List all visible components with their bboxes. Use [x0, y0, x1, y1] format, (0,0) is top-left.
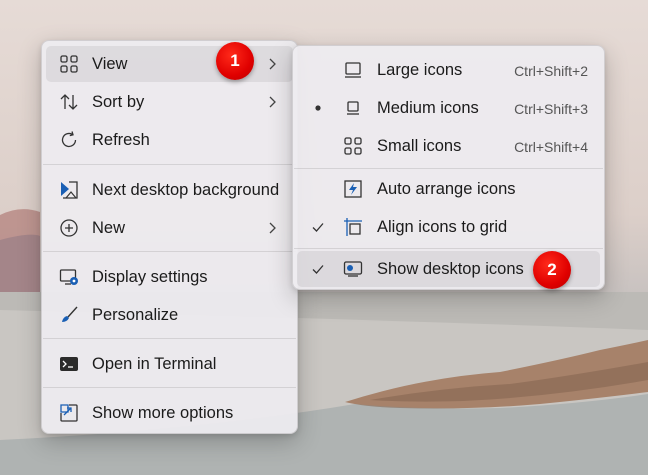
auto-arrange-icon	[343, 179, 363, 199]
submenu-item-large-icons[interactable]: Large icons Ctrl+Shift+2	[297, 52, 600, 88]
step-1-badge: 1	[216, 42, 254, 80]
small-icons-icon	[343, 136, 363, 156]
menu-item-sort-by[interactable]: Sort by	[46, 84, 293, 120]
chevron-right-icon	[265, 95, 279, 109]
submenu-item-label: Medium icons	[377, 99, 479, 117]
show-desktop-icon	[343, 259, 363, 279]
menu-item-label: Next desktop background	[92, 181, 280, 199]
submenu-item-label: Align icons to grid	[377, 218, 508, 236]
plus-circle-icon	[59, 218, 79, 238]
check-icon	[311, 220, 325, 234]
more-options-icon	[59, 403, 79, 423]
menu-item-next-desktop-background[interactable]: Next desktop background	[46, 172, 293, 208]
menu-item-refresh[interactable]: Refresh	[46, 122, 293, 158]
menu-item-open-in-terminal[interactable]: Open in Terminal	[46, 346, 293, 382]
grid-icon	[59, 54, 79, 74]
bullet-icon	[311, 101, 325, 115]
keyboard-shortcut: Ctrl+Shift+3	[514, 101, 588, 117]
menu-item-view[interactable]: View	[46, 46, 293, 82]
brush-icon	[59, 305, 79, 325]
menu-item-show-more-options[interactable]: Show more options	[46, 395, 293, 431]
menu-separator	[43, 164, 296, 165]
submenu-item-label: Auto arrange icons	[377, 180, 516, 198]
menu-item-label: Open in Terminal	[92, 355, 217, 373]
sort-icon	[59, 92, 79, 112]
menu-item-label: Refresh	[92, 131, 150, 149]
menu-separator	[43, 338, 296, 339]
medium-icons-icon	[343, 98, 363, 118]
keyboard-shortcut: Ctrl+Shift+2	[514, 63, 588, 79]
refresh-icon	[59, 130, 79, 150]
submenu-item-label: Large icons	[377, 61, 463, 79]
menu-separator	[43, 251, 296, 252]
check-icon	[311, 262, 325, 276]
menu-item-display-settings[interactable]: Display settings	[46, 259, 293, 295]
menu-item-label: Show more options	[92, 404, 234, 422]
terminal-icon	[59, 354, 79, 374]
chevron-right-icon	[265, 57, 279, 71]
desktop-context-menu: View Sort by Refresh Next desktop backgr…	[41, 40, 298, 434]
submenu-item-align-icons-to-grid[interactable]: Align icons to grid	[297, 209, 600, 245]
menu-separator	[294, 248, 603, 249]
menu-item-label: Display settings	[92, 268, 208, 286]
chevron-right-icon	[265, 221, 279, 235]
menu-item-label: Personalize	[92, 306, 179, 324]
submenu-item-label: Show desktop icons	[377, 260, 524, 278]
menu-separator	[43, 387, 296, 388]
menu-item-label: View	[92, 55, 128, 73]
step-2-badge: 2	[533, 251, 571, 289]
align-grid-icon	[343, 217, 363, 237]
menu-separator	[294, 168, 603, 169]
submenu-item-medium-icons[interactable]: Medium icons Ctrl+Shift+3	[297, 90, 600, 126]
large-icons-icon	[343, 60, 363, 80]
menu-item-personalize[interactable]: Personalize	[46, 297, 293, 333]
menu-item-label: Sort by	[92, 93, 145, 111]
keyboard-shortcut: Ctrl+Shift+4	[514, 139, 588, 155]
menu-item-new[interactable]: New	[46, 210, 293, 246]
submenu-item-auto-arrange-icons[interactable]: Auto arrange icons	[297, 171, 600, 207]
display-settings-icon	[59, 267, 79, 287]
next-background-icon	[59, 180, 79, 200]
submenu-item-small-icons[interactable]: Small icons Ctrl+Shift+4	[297, 128, 600, 164]
submenu-item-label: Small icons	[377, 137, 462, 155]
menu-item-label: New	[92, 219, 126, 237]
